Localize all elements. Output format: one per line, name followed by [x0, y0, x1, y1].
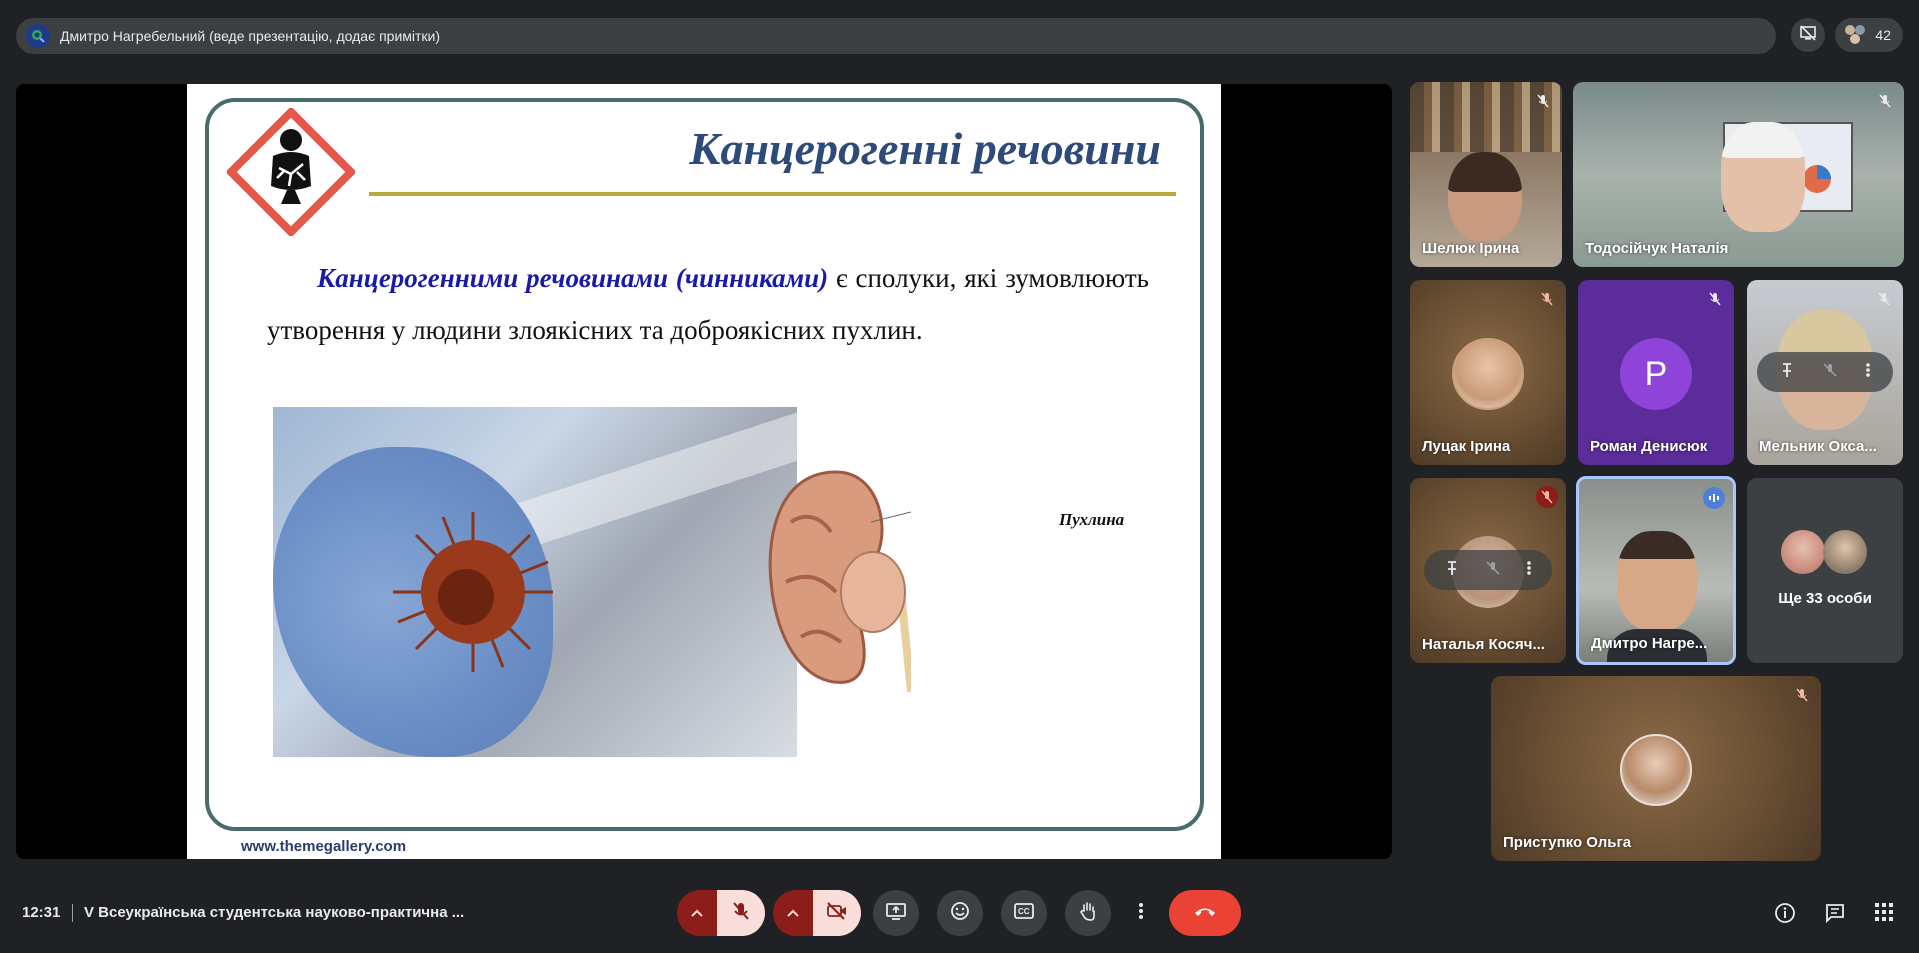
- chevron-up-icon: [691, 904, 703, 922]
- presenter-banner: Дмитро Нагребельний (веде презентацію, д…: [16, 18, 1776, 54]
- participant-tile[interactable]: Приступко Ольга: [1491, 676, 1821, 861]
- mic-off-icon: [1873, 288, 1895, 310]
- participant-avatar: [1620, 734, 1692, 806]
- hang-up-icon: [1193, 904, 1217, 922]
- tile-hover-controls: [1757, 352, 1893, 392]
- mic-off-icon: [1874, 90, 1896, 112]
- slide-footer: www.themegallery.com: [241, 838, 407, 855]
- audio-settings-button[interactable]: [677, 890, 717, 936]
- info-button[interactable]: [1774, 902, 1796, 929]
- cancer-cell-icon: [393, 512, 553, 672]
- participant-video: [1721, 122, 1805, 232]
- camera-off-icon: [826, 901, 848, 925]
- slide: Канцерогенні речовини Канцерогенними реч…: [187, 84, 1221, 859]
- health-hazard-icon: [227, 108, 355, 236]
- present-screen-button[interactable]: [873, 890, 919, 936]
- participant-name: Дмитро Нагре...: [1591, 635, 1708, 652]
- participant-avatar: P: [1620, 338, 1692, 410]
- pin-icon[interactable]: [1444, 560, 1460, 581]
- participant-name: Луцак Ірина: [1422, 438, 1511, 455]
- speaking-indicator-icon: [1703, 487, 1725, 509]
- hand-icon: [1078, 901, 1098, 926]
- call-controls-bar: 12:31 V Всеукраїнська студентська науков…: [0, 880, 1919, 948]
- mic-off-icon: [1536, 288, 1558, 310]
- clock: 12:31: [22, 904, 61, 921]
- emoji-icon: [950, 901, 970, 926]
- mute-participant-icon[interactable]: [1485, 560, 1501, 581]
- tumor-label: Пухлина: [1059, 510, 1125, 529]
- title-underline: [369, 192, 1176, 196]
- participant-video: [1448, 152, 1522, 242]
- mute-participant-icon[interactable]: [1822, 362, 1838, 383]
- tile-hover-controls: [1424, 550, 1552, 590]
- participant-name: Приступко Ольга: [1503, 834, 1632, 851]
- apps-grid-icon: [1874, 902, 1894, 927]
- more-participants-label: Ще 33 особи: [1778, 590, 1872, 607]
- participant-tile[interactable]: Луцак Ірина: [1410, 280, 1566, 465]
- participant-tile[interactable]: Мельник Окса...: [1747, 280, 1903, 465]
- chat-button[interactable]: [1824, 902, 1846, 929]
- more-vert-icon: [1138, 902, 1144, 925]
- participant-avatar: [1781, 530, 1825, 574]
- participant-tile[interactable]: Наталья Косяч...: [1410, 478, 1566, 663]
- slide-body-emphasis: Канцерогенними речовинами (чинниками): [317, 263, 829, 293]
- participant-name: Роман Денисюк: [1590, 438, 1708, 455]
- mic-off-icon: [1791, 684, 1813, 706]
- meeting-title: V Всеукраїнська студентська науково-прак…: [84, 904, 465, 921]
- participant-name: Тодосійчук Наталія: [1585, 240, 1729, 257]
- activities-button[interactable]: [1874, 902, 1894, 927]
- participant-video: [1617, 531, 1697, 631]
- mic-off-icon: [1532, 90, 1554, 112]
- participant-name: Шелюк Ірина: [1422, 240, 1520, 257]
- mic-off-icon: [731, 901, 751, 926]
- lab-photo: [273, 407, 797, 757]
- camera-toggle-button[interactable]: [813, 890, 861, 936]
- presentation-stage: Канцерогенні речовини Канцерогенними реч…: [16, 84, 1392, 859]
- captions-button[interactable]: CC: [1001, 890, 1047, 936]
- presenter-banner-text: Дмитро Нагребельний (веде презентацію, д…: [60, 28, 441, 44]
- participant-tile[interactable]: Тодосійчук Наталія: [1573, 82, 1904, 267]
- chat-icon: [1824, 902, 1846, 929]
- present-screen-icon: [886, 902, 906, 925]
- closed-captions-icon: CC: [1014, 902, 1034, 924]
- participant-name: Мельник Окса...: [1759, 438, 1877, 455]
- info-icon: [1774, 902, 1796, 929]
- participants-button[interactable]: 42: [1835, 18, 1903, 52]
- chevron-up-icon: [787, 904, 799, 922]
- divider: [72, 904, 73, 922]
- mic-off-icon: [1704, 288, 1726, 310]
- leave-call-button[interactable]: [1169, 890, 1241, 936]
- microphone-toggle-button[interactable]: [717, 890, 765, 936]
- participant-name: Наталья Косяч...: [1422, 636, 1545, 653]
- screen-off-icon: [1799, 24, 1817, 47]
- participant-tile[interactable]: P Роман Денисюк: [1578, 280, 1734, 465]
- presentation-icon: [26, 24, 50, 48]
- svg-text:CC: CC: [1018, 907, 1030, 916]
- more-options-button[interactable]: [1128, 890, 1154, 936]
- mic-off-icon: [1536, 486, 1558, 508]
- slide-body-text: Канцерогенними речовинами (чинниками) є …: [267, 252, 1149, 356]
- reactions-button[interactable]: [937, 890, 983, 936]
- participant-tile-active-speaker[interactable]: Дмитро Нагре...: [1576, 476, 1736, 665]
- kidney-illustration: [768, 470, 911, 692]
- video-settings-button[interactable]: [773, 890, 813, 936]
- more-participants-tile[interactable]: Ще 33 особи: [1747, 478, 1903, 663]
- more-options-icon[interactable]: [1526, 560, 1532, 581]
- pin-icon[interactable]: [1779, 362, 1795, 383]
- slide-title: Канцерогенні речовини: [689, 123, 1161, 174]
- raise-hand-button[interactable]: [1065, 890, 1111, 936]
- participant-count: 42: [1875, 27, 1891, 43]
- participant-avatar: [1823, 530, 1867, 574]
- participant-tile[interactable]: Шелюк Ірина: [1410, 82, 1562, 267]
- hide-screen-button[interactable]: [1791, 18, 1826, 52]
- participant-avatar: [1452, 338, 1524, 410]
- participants-avatars-icon: [1843, 23, 1867, 48]
- more-options-icon[interactable]: [1865, 362, 1871, 383]
